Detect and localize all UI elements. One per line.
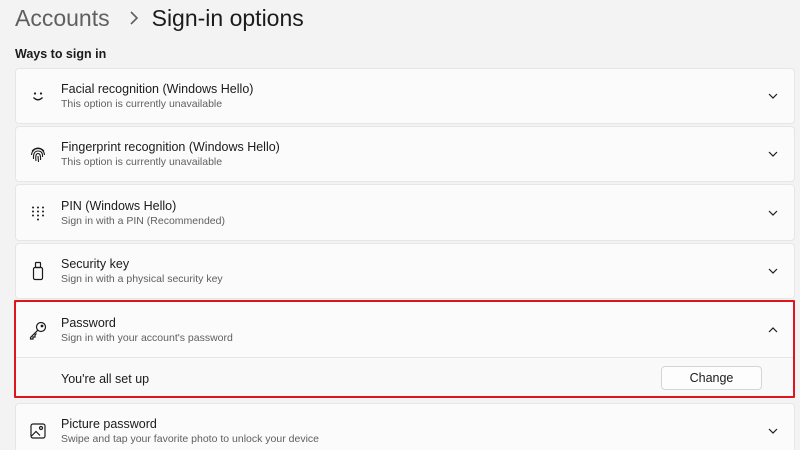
option-subtitle: This option is currently unavailable xyxy=(61,156,223,168)
section-title: Ways to sign in xyxy=(15,47,107,61)
page-title: Sign-in options xyxy=(151,4,304,31)
password-header[interactable]: Password Sign in with your account's pas… xyxy=(16,302,794,357)
option-subtitle: Swipe and tap your favorite photo to unl… xyxy=(61,433,319,445)
option-picture-password[interactable]: Picture password Swipe and tap your favo… xyxy=(15,403,795,450)
breadcrumb-accounts-link[interactable]: Accounts xyxy=(15,5,110,32)
change-password-button[interactable]: Change xyxy=(661,366,762,390)
option-title: Password xyxy=(61,315,116,330)
smile-icon xyxy=(28,86,48,106)
fingerprint-icon xyxy=(28,144,48,164)
keypad-icon xyxy=(28,203,48,223)
picture-icon xyxy=(28,421,48,441)
key-icon xyxy=(28,320,48,340)
chevron-down-icon[interactable] xyxy=(766,424,780,438)
chevron-down-icon[interactable] xyxy=(766,147,780,161)
option-subtitle: Sign in with a physical security key xyxy=(61,273,223,285)
chevron-up-icon[interactable] xyxy=(766,323,780,337)
option-title: Picture password xyxy=(61,417,157,431)
option-subtitle: Sign in with your account's password xyxy=(61,331,233,344)
breadcrumb: Accounts Sign-in options xyxy=(15,3,304,33)
password-status: You're all set up xyxy=(61,372,150,386)
chevron-down-icon[interactable] xyxy=(766,89,780,103)
option-title: PIN (Windows Hello) xyxy=(61,198,177,213)
option-title: Fingerprint recognition (Windows Hello) xyxy=(61,140,280,154)
chevron-down-icon[interactable] xyxy=(766,206,780,220)
option-subtitle: This option is currently unavailable xyxy=(61,98,223,110)
option-password: Password Sign in with your account's pas… xyxy=(15,301,795,399)
option-fingerprint-recognition[interactable]: Fingerprint recognition (Windows Hello) … xyxy=(15,126,795,182)
option-security-key[interactable]: Security key Sign in with a physical sec… xyxy=(15,243,795,299)
option-facial-recognition[interactable]: Facial recognition (Windows Hello) This … xyxy=(15,68,795,124)
option-subtitle: Sign in with a PIN (Recommended) xyxy=(61,214,225,227)
chevron-down-icon[interactable] xyxy=(766,264,780,278)
usb-key-icon xyxy=(28,261,48,281)
password-details: You're all set up Change xyxy=(16,357,794,399)
option-title: Security key xyxy=(61,257,130,271)
option-pin[interactable]: PIN (Windows Hello) Sign in with a PIN (… xyxy=(15,184,795,241)
chevron-right-icon xyxy=(130,11,138,25)
option-title: Facial recognition (Windows Hello) xyxy=(61,82,254,96)
